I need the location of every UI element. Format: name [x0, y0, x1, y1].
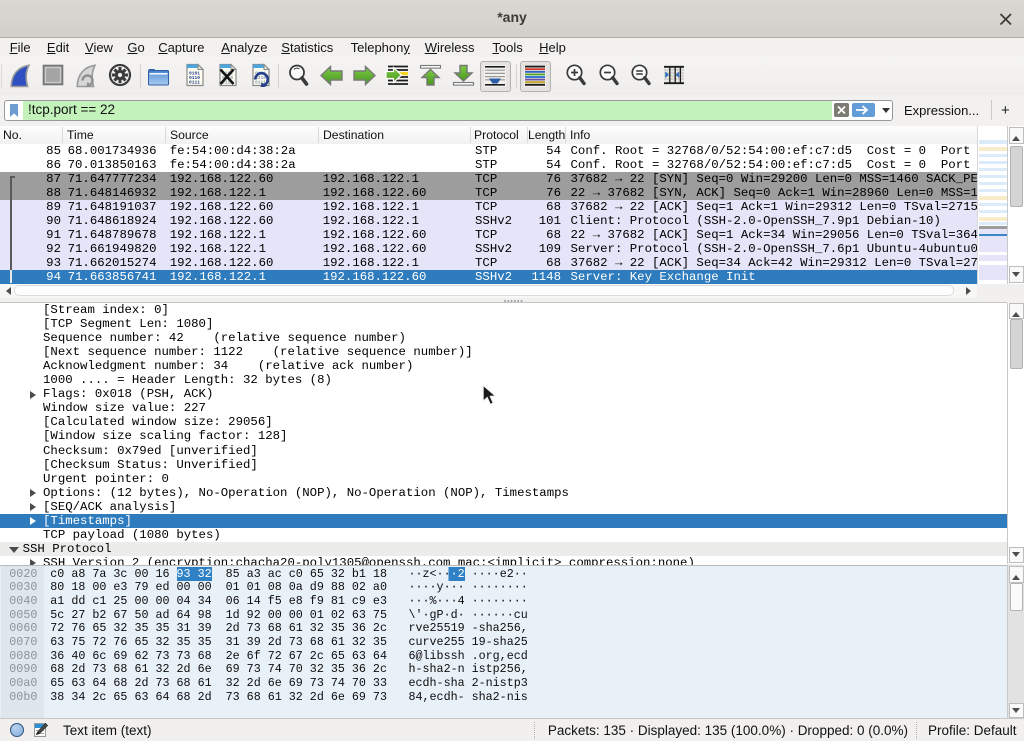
- svg-text:0111: 0111: [189, 80, 200, 86]
